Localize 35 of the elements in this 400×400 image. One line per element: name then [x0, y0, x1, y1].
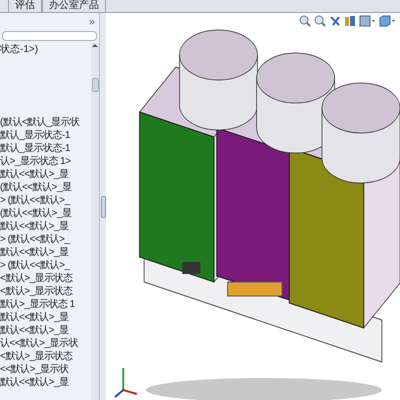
tree-item[interactable]: 默认_显示状态-1 — [0, 142, 91, 155]
tab[interactable]: 评估 — [8, 0, 42, 12]
cube-view-icon[interactable] — [379, 15, 396, 27]
tree-item[interactable]: > (默认<<默认>_ — [0, 194, 91, 207]
section-view-icon[interactable] — [344, 15, 356, 27]
tree-item[interactable]: 默认<<默认>_显 — [0, 220, 91, 233]
tree-item[interactable]: 默认>_显示状态 1 — [0, 298, 91, 311]
tree-item[interactable]: <<默认>_显示状 — [0, 363, 91, 376]
tree-item[interactable]: > (默认<<默认>_ — [0, 233, 91, 246]
tree-item[interactable]: 认<<默认>_显示状 — [0, 337, 91, 350]
axis-triad-icon — [114, 368, 138, 398]
tree-item[interactable]: 默认<<默认>_显 — [0, 376, 91, 389]
tree-item[interactable]: (默认<<默认>_显 — [0, 181, 91, 194]
tree-item[interactable]: 默认<<默认>_显 — [0, 168, 91, 181]
zoom-to-fit-icon[interactable] — [299, 15, 311, 27]
up-arrow-icon[interactable] — [92, 43, 98, 48]
tree-item[interactable]: <默认>_显示状态 — [0, 272, 91, 285]
zoom-area-icon[interactable] — [314, 15, 326, 27]
scrollbar[interactable] — [91, 43, 99, 400]
tree-item[interactable]: 状态-1>) — [0, 43, 91, 56]
tree-item[interactable]: 默认_显示状态-1 — [0, 129, 91, 142]
filter-field[interactable] — [2, 31, 97, 41]
tree-item[interactable]: 默认<<默认>_显 — [0, 246, 91, 259]
tree-item[interactable]: <默认>_显示状态 — [0, 285, 91, 298]
tree-item[interactable]: > (默认<<默认>_ — [0, 259, 91, 272]
tree-item[interactable]: 默认<<默认>_显 — [0, 311, 91, 324]
display-style-icon[interactable] — [359, 15, 376, 27]
splitter-handle[interactable] — [100, 196, 106, 218]
tree-item[interactable]: (默认<默认_显示状 — [0, 116, 91, 129]
scrollbar-thumb[interactable] — [92, 78, 98, 92]
tree-item[interactable]: 默认<<默认>_显 — [0, 324, 91, 337]
tree-item[interactable]: <默认>_显示状态 — [0, 350, 91, 363]
expand-button[interactable]: » — [88, 16, 95, 28]
tree-item[interactable]: (默认<<默认>_显 — [0, 207, 91, 220]
tree-item[interactable]: 认>_显示状态 1> — [0, 155, 91, 168]
